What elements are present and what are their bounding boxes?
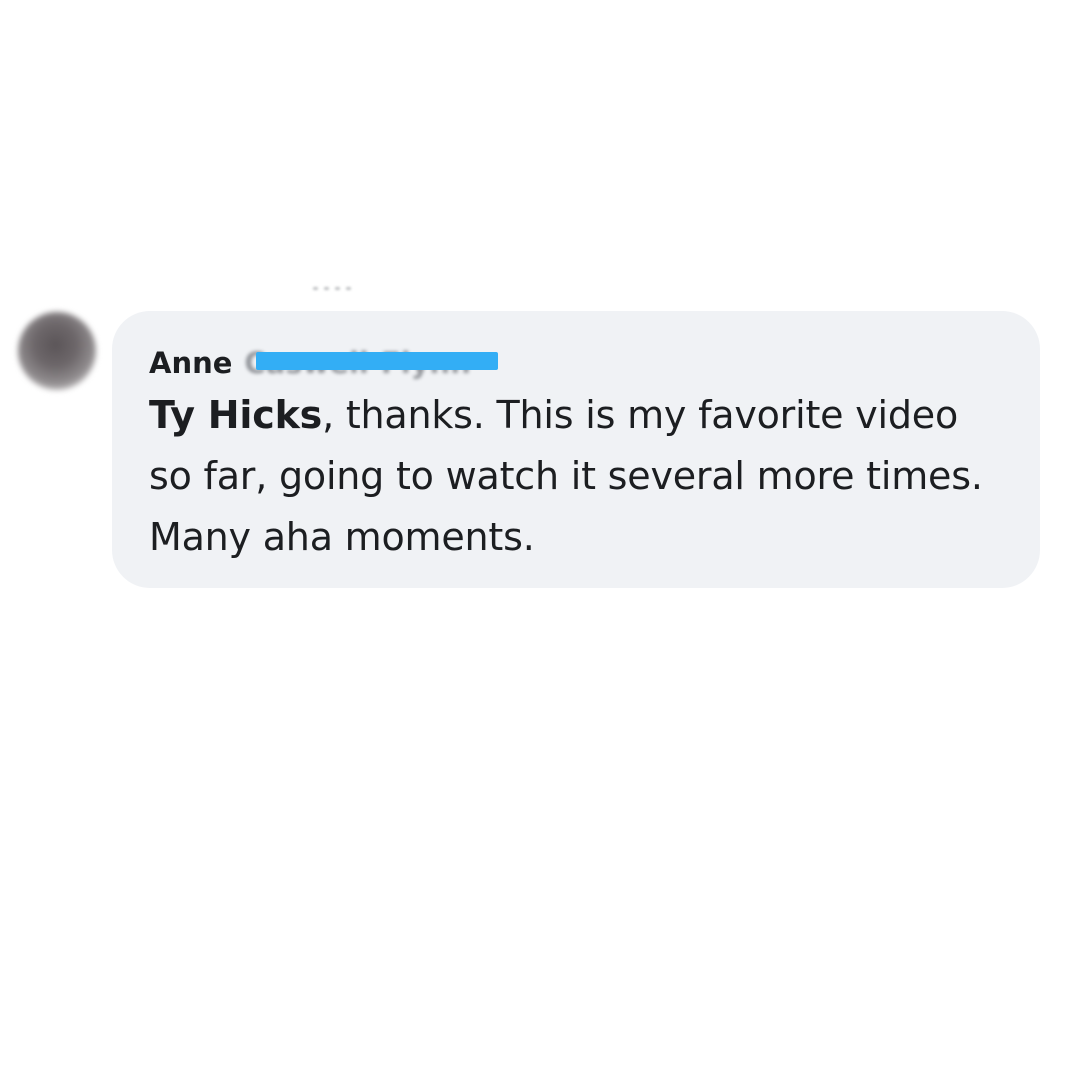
more-dots-icon [313,284,353,292]
comment-bubble: AnneCaswell-Flynn Ty Hicks, thanks. This… [112,311,1040,588]
redaction-bar [256,352,498,370]
avatar[interactable] [18,312,96,390]
mention-link[interactable]: Ty Hicks [149,393,322,437]
author-first-name[interactable]: Anne [149,343,232,383]
comment-author[interactable]: AnneCaswell-Flynn [149,343,1004,383]
comment-text: Ty Hicks, thanks. This is my favorite vi… [149,385,999,568]
